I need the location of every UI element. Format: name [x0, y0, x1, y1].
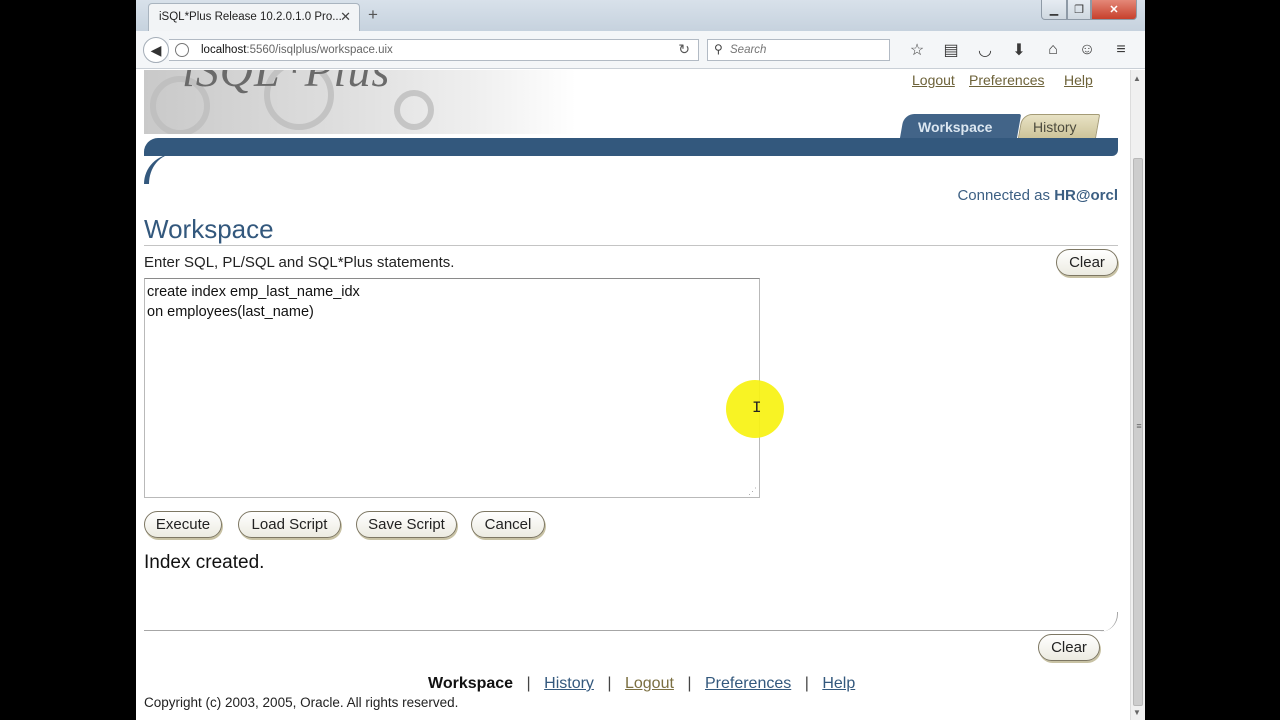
scrollbar-grip-icon: ≡: [1136, 421, 1142, 431]
execute-button[interactable]: Execute: [144, 511, 222, 538]
instructions-text: Enter SQL, PL/SQL and SQL*Plus statement…: [144, 254, 455, 271]
execution-result: Index created.: [144, 552, 265, 573]
header-bar-curve: [144, 154, 204, 184]
connected-prefix: Connected as: [957, 187, 1051, 204]
footer-separator: |: [526, 675, 531, 692]
footer-separator: |: [804, 675, 809, 692]
footer-logout-link[interactable]: Logout: [625, 675, 674, 692]
menu-icon[interactable]: ≡: [1104, 39, 1138, 61]
tab-workspace[interactable]: Workspace: [918, 119, 992, 135]
text-cursor-icon: I: [752, 399, 762, 417]
new-tab-icon[interactable]: +: [368, 5, 378, 25]
tab-close-icon[interactable]: ✕: [340, 9, 351, 25]
sql-statement-input[interactable]: [144, 278, 760, 498]
gear-decoration: [394, 90, 434, 130]
pocket-icon[interactable]: ◡: [968, 39, 1002, 61]
footer-nav: Workspace | History | Logout | Preferenc…: [428, 675, 855, 693]
maximize-icon[interactable]: ❐: [1067, 0, 1091, 20]
heading-divider: [144, 245, 1118, 246]
footer-history-link[interactable]: History: [544, 675, 594, 692]
reading-list-icon[interactable]: ▤: [934, 39, 968, 61]
scrollbar-thumb[interactable]: ≡: [1133, 158, 1143, 706]
resize-grip-icon[interactable]: ⋰: [748, 486, 757, 497]
connection-status: Connected as HR@orcl: [957, 187, 1118, 204]
close-window-icon[interactable]: ✕: [1091, 0, 1137, 20]
clear-button[interactable]: Clear: [1056, 249, 1118, 276]
search-box[interactable]: ⚲: [707, 39, 890, 61]
clear-output-button[interactable]: Clear: [1038, 634, 1100, 661]
header-preferences-link[interactable]: Preferences: [969, 72, 1044, 88]
search-icon: ⚲: [714, 42, 723, 56]
browser-navbar: ◀ localhost:5560/isqlplus/workspace.uix …: [136, 31, 1145, 69]
cancel-button[interactable]: Cancel: [471, 511, 545, 538]
page-title: Workspace: [144, 214, 274, 244]
vertical-scrollbar[interactable]: ▲ ≡ ▼: [1130, 70, 1145, 720]
header-logout-link[interactable]: Logout: [912, 72, 955, 88]
copyright-text: Copyright (c) 2003, 2005, Oracle. All ri…: [144, 695, 459, 710]
save-script-button[interactable]: Save Script: [356, 511, 457, 538]
minimize-icon[interactable]: ▁: [1041, 0, 1067, 20]
browser-titlebar: iSQL*Plus Release 10.2.0.1.0 Pro... ✕ + …: [136, 0, 1145, 31]
bottom-divider: [144, 630, 1104, 631]
footer-separator: |: [687, 675, 692, 692]
browser-toolbar: ☆ ▤ ◡ ⬇ ⌂ ☺ ≡: [900, 39, 1138, 61]
browser-window: iSQL*Plus Release 10.2.0.1.0 Pro... ✕ + …: [136, 0, 1145, 720]
isqlplus-logo-banner: iSQL*Plus: [144, 70, 576, 134]
tab-history[interactable]: History: [1033, 119, 1077, 135]
connected-user: HR@orcl: [1054, 187, 1118, 204]
footer-separator: |: [607, 675, 612, 692]
load-script-button[interactable]: Load Script: [238, 511, 341, 538]
footer-preferences-link[interactable]: Preferences: [705, 675, 791, 692]
bottom-divider-curve: [1098, 612, 1118, 632]
browser-tab[interactable]: iSQL*Plus Release 10.2.0.1.0 Pro... ✕: [148, 3, 360, 31]
reload-icon[interactable]: ↻: [678, 41, 690, 58]
footer-help-link[interactable]: Help: [822, 675, 855, 692]
home-icon[interactable]: ⌂: [1036, 39, 1070, 61]
window-controls: ▁ ❐ ✕: [1041, 0, 1141, 20]
star-icon[interactable]: ☆: [900, 39, 934, 61]
back-arrow-icon[interactable]: ◀: [143, 37, 169, 63]
scroll-up-arrow-icon[interactable]: ▲: [1133, 74, 1141, 83]
download-icon[interactable]: ⬇: [1002, 39, 1036, 61]
header-bar: [144, 138, 1118, 156]
header-help-link[interactable]: Help: [1064, 72, 1093, 88]
page-content: iSQL*Plus Logout Preferences Help Worksp…: [136, 70, 1130, 720]
url-text: localhost:5560/isqlplus/workspace.uix: [201, 44, 393, 56]
footer-workspace-link: Workspace: [428, 675, 514, 692]
search-input[interactable]: [730, 42, 880, 58]
globe-icon: [175, 43, 189, 57]
scroll-down-arrow-icon[interactable]: ▼: [1133, 708, 1141, 717]
address-bar[interactable]: localhost:5560/isqlplus/workspace.uix ↻: [169, 39, 699, 61]
isqlplus-logo: iSQL*Plus: [182, 70, 391, 96]
chat-icon[interactable]: ☺: [1070, 39, 1104, 61]
tab-title: iSQL*Plus Release 10.2.0.1.0 Pro...: [159, 11, 342, 23]
